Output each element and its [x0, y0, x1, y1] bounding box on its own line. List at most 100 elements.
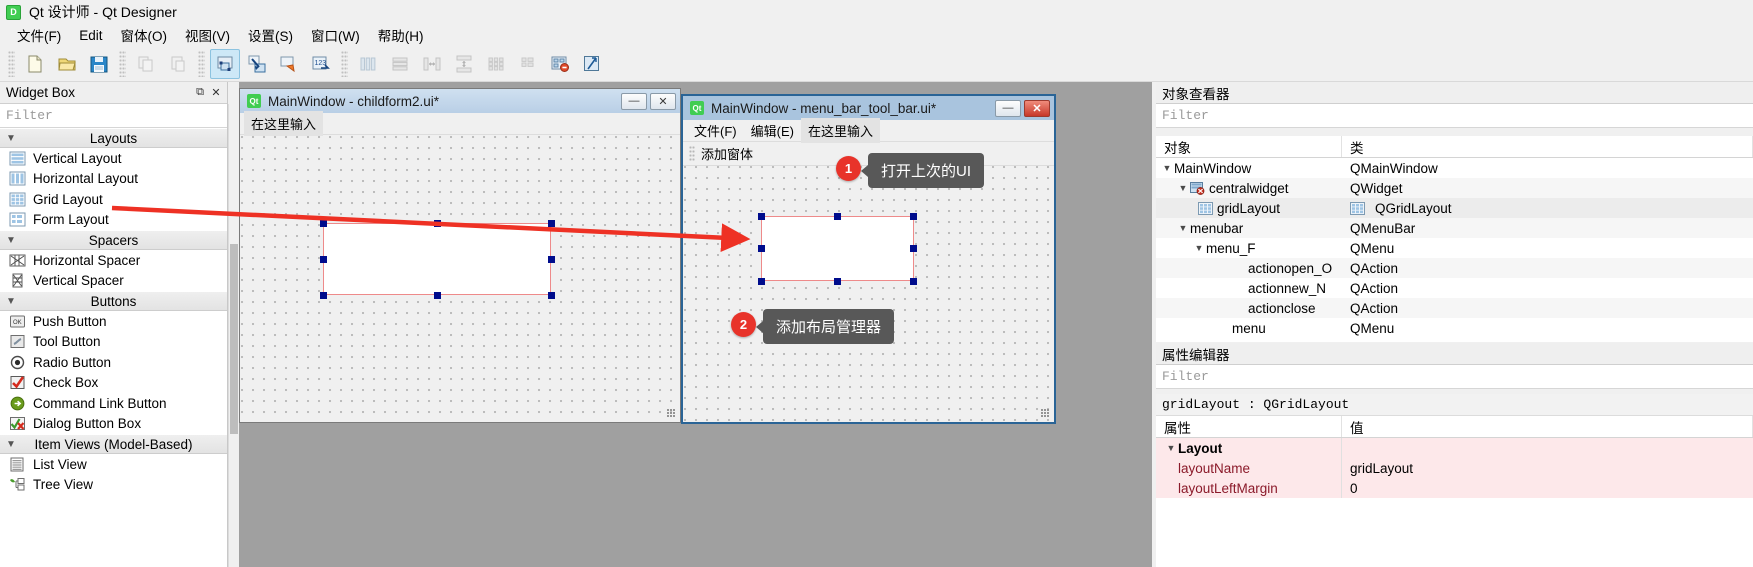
resize-handle[interactable]: [320, 292, 327, 299]
object-tree-row[interactable]: ▼ menu_F QMenu: [1156, 238, 1753, 258]
layout-grid-button[interactable]: [481, 49, 511, 79]
mdi-window-menu-bar-tool-bar[interactable]: Qt MainWindow - menu_bar_tool_bar.ui* — …: [681, 94, 1056, 424]
object-tree-row[interactable]: ▼ menubar QMenuBar: [1156, 218, 1753, 238]
widget-item-dialog-button-box[interactable]: Dialog Button Box: [0, 414, 227, 435]
window-titlebar[interactable]: Qt MainWindow - childform2.ui* — ✕: [240, 89, 680, 113]
resize-handle[interactable]: [834, 213, 841, 220]
widget-item-push-button[interactable]: OK Push Button: [0, 311, 227, 332]
form-canvas[interactable]: [684, 166, 1053, 421]
widget-group-spacers[interactable]: ▼ Spacers: [0, 230, 227, 250]
menu-settings[interactable]: 设置(S): [239, 23, 302, 47]
widget-item-list-view[interactable]: List View: [0, 454, 227, 475]
form-canvas[interactable]: 我是子窗口内容: [241, 136, 679, 421]
resize-corner-grip[interactable]: [667, 409, 676, 418]
menubar-placeholder[interactable]: 在这里输入: [800, 118, 880, 143]
chevron-down-icon[interactable]: ▼: [1176, 223, 1190, 233]
minimize-button[interactable]: —: [621, 92, 647, 110]
form-menu-edit[interactable]: 编辑(E): [744, 118, 801, 143]
layout-splitter-vertical-button[interactable]: [449, 49, 479, 79]
object-tree-row[interactable]: menu QMenu: [1156, 318, 1753, 338]
minimize-button[interactable]: —: [995, 99, 1021, 117]
object-tree-row-selected[interactable]: gridLayout QGridLayout: [1156, 198, 1753, 218]
resize-handle[interactable]: [434, 220, 441, 227]
resize-handle[interactable]: [910, 278, 917, 285]
selected-grid-layout[interactable]: [761, 216, 914, 281]
menubar-placeholder[interactable]: 在这里输入: [244, 111, 324, 136]
edit-buddies-button[interactable]: [274, 49, 304, 79]
menu-file[interactable]: 文件(F): [8, 23, 70, 47]
edit-tab-order-button[interactable]: 123: [306, 49, 336, 79]
property-row-layoutname[interactable]: layoutName gridLayout: [1156, 458, 1753, 478]
toolbar-grip[interactable]: [119, 50, 126, 77]
object-tree-row[interactable]: ▼ MainWindow QMainWindow: [1156, 158, 1753, 178]
mdi-window-childform2[interactable]: Qt MainWindow - childform2.ui* — ✕ 在这里输入…: [239, 88, 681, 423]
resize-handle[interactable]: [548, 220, 555, 227]
toolbar-grip[interactable]: [689, 145, 695, 162]
resize-handle[interactable]: [320, 220, 327, 227]
resize-handle[interactable]: [834, 278, 841, 285]
edit-widgets-button[interactable]: [210, 48, 240, 79]
object-inspector-filter-input[interactable]: Filter: [1156, 104, 1753, 128]
resize-corner-grip[interactable]: [1041, 409, 1050, 418]
property-group-layout[interactable]: ▼ Layout: [1156, 438, 1753, 458]
widget-item-check-box[interactable]: Check Box: [0, 373, 227, 394]
widget-box-filter-input[interactable]: Filter: [0, 104, 227, 128]
property-value[interactable]: 0: [1342, 478, 1753, 498]
chevron-down-icon[interactable]: ▼: [1176, 183, 1190, 193]
toolbar-grip[interactable]: [198, 50, 205, 77]
open-form-button[interactable]: [52, 49, 82, 79]
new-form-button[interactable]: [20, 49, 50, 79]
widget-group-layouts[interactable]: ▼ Layouts: [0, 128, 227, 148]
property-editor-filter-input[interactable]: Filter: [1156, 365, 1753, 389]
menu-form[interactable]: 窗体(O): [112, 23, 177, 47]
chevron-down-icon[interactable]: ▼: [1164, 443, 1178, 453]
widget-item-tree-view[interactable]: Tree View: [0, 475, 227, 496]
float-icon[interactable]: ⧉: [193, 86, 207, 100]
widget-item-vertical-layout[interactable]: Vertical Layout: [0, 148, 227, 169]
form-menubar[interactable]: 文件(F) 编辑(E) 在这里输入: [683, 118, 1054, 143]
layout-vertically-button[interactable]: [385, 49, 415, 79]
layout-horizontally-button[interactable]: [353, 49, 383, 79]
widget-box-list[interactable]: ▼ Layouts Vertical Layout Horizontal Lay…: [0, 128, 227, 567]
widget-group-item-views[interactable]: ▼ Item Views (Model-Based): [0, 434, 227, 454]
copy-button[interactable]: [131, 49, 161, 79]
chevron-down-icon[interactable]: ▼: [1160, 163, 1174, 173]
scrollbar-thumb[interactable]: [230, 244, 238, 434]
resize-handle[interactable]: [548, 256, 555, 263]
widget-item-radio-button[interactable]: Radio Button: [0, 352, 227, 373]
window-titlebar[interactable]: Qt MainWindow - menu_bar_tool_bar.ui* — …: [683, 96, 1054, 120]
resize-handle[interactable]: [910, 213, 917, 220]
layout-splitter-horizontal-button[interactable]: [417, 49, 447, 79]
menu-view[interactable]: 视图(V): [176, 23, 239, 47]
layout-form-button[interactable]: [513, 49, 543, 79]
resize-handle[interactable]: [910, 245, 917, 252]
object-tree-row[interactable]: ▼ centralwidget QWidget: [1156, 178, 1753, 198]
resize-handle[interactable]: [758, 213, 765, 220]
menu-window[interactable]: 窗口(W): [302, 23, 369, 47]
chevron-down-icon[interactable]: ▼: [1192, 243, 1206, 253]
property-value[interactable]: gridLayout: [1342, 458, 1753, 478]
resize-handle[interactable]: [434, 292, 441, 299]
resize-handle[interactable]: [320, 256, 327, 263]
toolbar-grip[interactable]: [8, 50, 15, 77]
widget-group-buttons[interactable]: ▼ Buttons: [0, 291, 227, 311]
form-menubar[interactable]: 在这里输入: [240, 111, 680, 136]
widget-item-grid-layout[interactable]: Grid Layout: [0, 189, 227, 210]
menu-edit[interactable]: Edit: [70, 26, 111, 45]
object-tree-row[interactable]: actionnew_N QAction: [1156, 278, 1753, 298]
form-toolbar-label[interactable]: 添加窗体: [701, 144, 753, 163]
widget-box-scrollbar[interactable]: [228, 104, 238, 567]
widget-item-tool-button[interactable]: Tool Button: [0, 332, 227, 353]
menu-help[interactable]: 帮助(H): [369, 23, 433, 47]
close-button[interactable]: ✕: [1024, 99, 1050, 117]
toolbar-grip[interactable]: [341, 50, 348, 77]
widget-item-horizontal-layout[interactable]: Horizontal Layout: [0, 169, 227, 190]
save-form-button[interactable]: [84, 49, 114, 79]
widget-item-horizontal-spacer[interactable]: Horizontal Spacer: [0, 250, 227, 271]
edit-signals-slots-button[interactable]: [242, 49, 272, 79]
resize-handle[interactable]: [548, 292, 555, 299]
widget-item-command-link-button[interactable]: Command Link Button: [0, 393, 227, 414]
widget-item-vertical-spacer[interactable]: Vertical Spacer: [0, 271, 227, 292]
selected-widget[interactable]: [323, 223, 551, 295]
object-tree-row[interactable]: actionopen_O QAction: [1156, 258, 1753, 278]
